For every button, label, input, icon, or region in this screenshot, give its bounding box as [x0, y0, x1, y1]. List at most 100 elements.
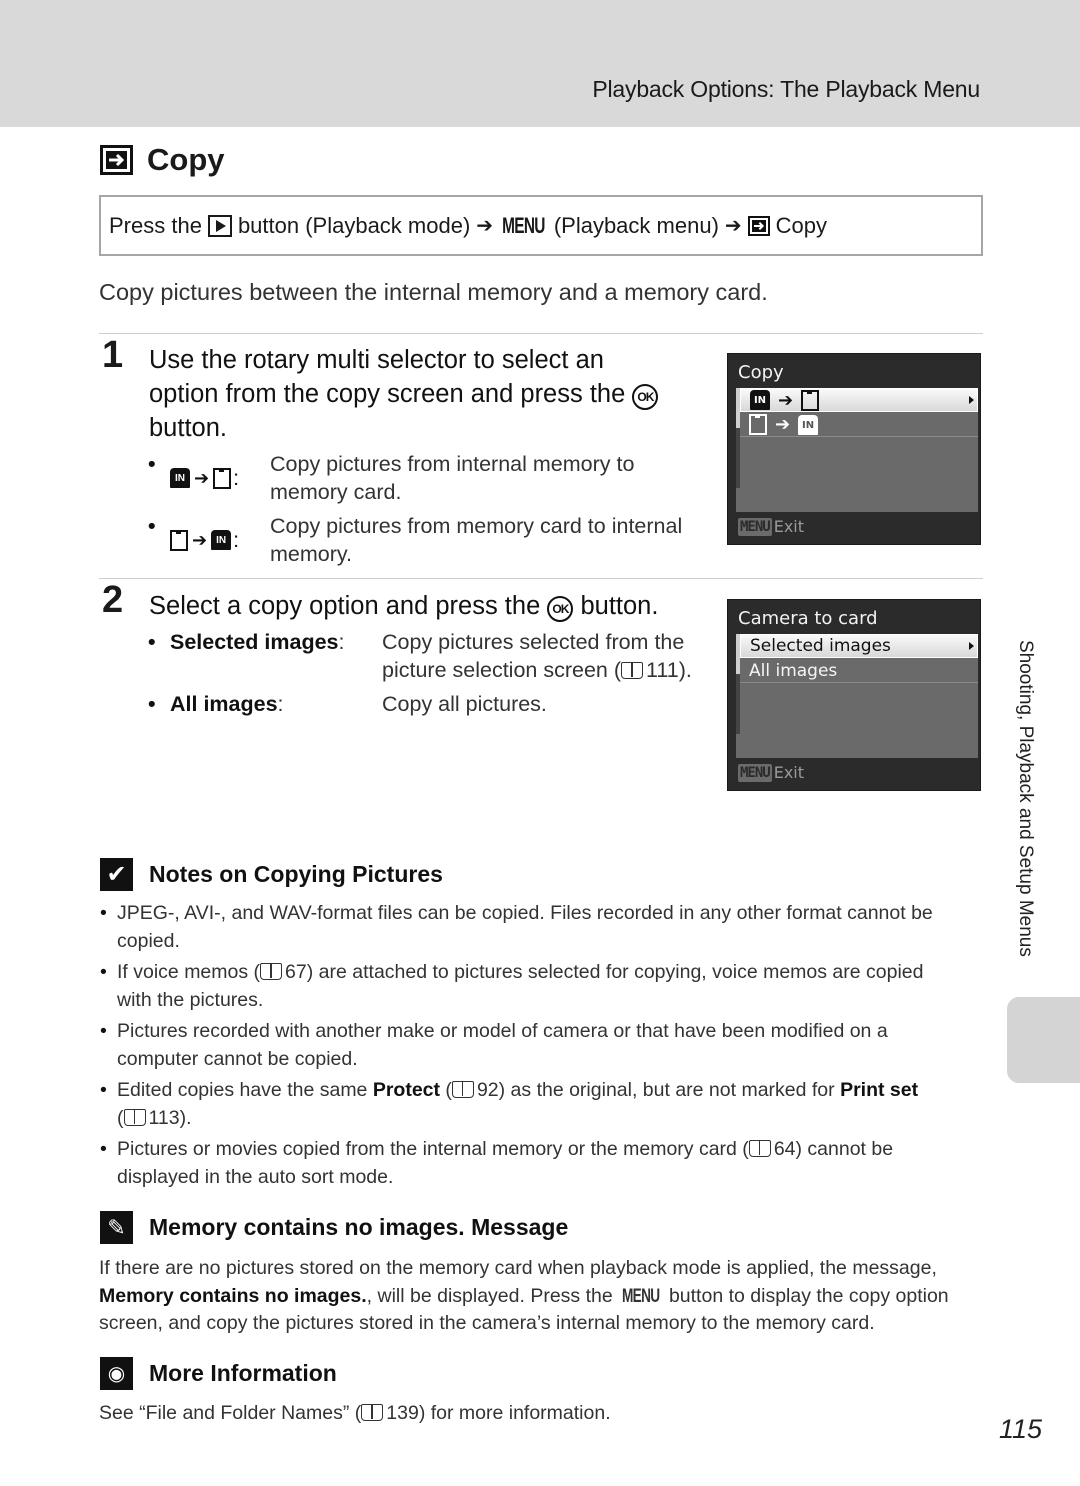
copy-icon	[747, 215, 770, 236]
step-1-line-2: option from the copy screen and press th…	[149, 377, 709, 411]
colon: :	[277, 692, 284, 716]
note-line: ) are attached to pictures selected for …	[306, 961, 924, 983]
bullet-key: IN ➔ :	[170, 450, 270, 506]
book-reference-icon	[123, 1108, 146, 1126]
arrow-right-icon: ➔	[476, 215, 494, 237]
copy-icon	[100, 145, 133, 175]
bullet-key: ➔ IN:	[170, 512, 270, 568]
page-reference[interactable]: 67	[285, 961, 307, 983]
nav-part2: (Playback menu)	[553, 212, 719, 238]
step-1-instruction: Use the rotary multi selector to select …	[149, 343, 709, 445]
note-item: • Pictures or movies copied from the int…	[100, 1136, 970, 1191]
bullet-dot: •	[100, 1079, 107, 1101]
menu-button-label: MENU	[622, 1284, 660, 1307]
memory-message-heading: ✎ Memory contains no images. Message	[100, 1211, 568, 1244]
step-1-line-3: button.	[149, 414, 227, 442]
para-text: screen, and copy the pictures stored in …	[99, 1312, 875, 1334]
note-line: If voice memos (	[117, 961, 261, 983]
pencil-icon: ✎	[100, 1211, 133, 1244]
page-reference[interactable]: 139	[386, 1402, 419, 1424]
note-line: Pictures recorded with another make or m…	[117, 1020, 888, 1042]
screen-footer: MENU Exit	[738, 517, 804, 536]
note-item: • Edited copies have the same Protect (9…	[100, 1077, 970, 1132]
bullet-dot: •	[100, 1138, 107, 1160]
book-reference-icon	[451, 1081, 474, 1098]
bullet-dot: •	[148, 514, 156, 538]
term-text: Selected images	[170, 630, 339, 654]
option-label: Selected images	[750, 636, 891, 656]
note-line: displayed in the auto sort mode.	[117, 1165, 394, 1188]
memory-card-icon	[213, 467, 232, 489]
desc-line: memory.	[270, 542, 353, 566]
desc-line: picture selection screen (111).	[382, 656, 692, 684]
note-line: Edited copies have the same	[117, 1079, 373, 1101]
page-reference[interactable]: 113	[149, 1107, 180, 1129]
note-line: copied.	[117, 929, 180, 952]
bullet-dot: •	[148, 630, 156, 654]
divider	[99, 333, 983, 334]
menu-button-icon: MENU	[738, 517, 772, 536]
bullet-description: Copy pictures from memory card to intern…	[270, 512, 682, 568]
step-2-text-b: button.	[580, 592, 659, 620]
page-reference[interactable]: 111	[646, 658, 679, 682]
camera-screen-camera-to-card: Camera to card Selected images All image…	[727, 599, 981, 791]
nav-prefix: Press the	[109, 212, 202, 238]
page-title: Copy	[100, 142, 225, 178]
chapter-tab	[1007, 997, 1080, 1083]
menu-option-all-images[interactable]: All images	[740, 659, 978, 683]
note-line: (	[440, 1079, 452, 1101]
step-2-bullet: • Selected images: Copy pictures selecte…	[148, 628, 692, 684]
nav-part1: button (Playback mode)	[237, 212, 471, 238]
submenu-arrow-icon	[969, 396, 974, 404]
bullet-dot: •	[100, 1020, 107, 1042]
navigation-path-box: Press the button (Playback mode) ➔ MENU …	[99, 195, 983, 256]
intro-text: Copy pictures between the internal memor…	[99, 279, 768, 305]
note-text: Edited copies have the same Protect (92)…	[117, 1077, 918, 1132]
camera-screen-copy: Copy IN ➔ ➔ IN MENU Exit	[727, 353, 981, 545]
note-line: (	[117, 1106, 124, 1129]
page-reference[interactable]: 92	[477, 1079, 499, 1101]
bullet-dot: •	[148, 692, 156, 716]
memory-card-icon	[801, 389, 820, 411]
header-band: Playback Options: The Playback Menu	[0, 0, 1080, 127]
menu-button-label: MENU	[502, 212, 545, 238]
para-text: button to display the copy option	[663, 1284, 949, 1307]
option-label: All images	[749, 660, 838, 681]
note-item: • Pictures recorded with another make or…	[100, 1018, 970, 1073]
bullet-description: Copy all pictures.	[382, 692, 547, 716]
lightbulb-icon: ◉	[100, 1357, 133, 1390]
note-line: ).	[179, 1106, 192, 1129]
bullet-term: All images:	[170, 690, 382, 718]
memory-card-icon	[170, 529, 188, 551]
step-1-line-1: Use the rotary multi selector to select …	[149, 346, 604, 374]
playback-button-icon	[207, 214, 232, 237]
arrow-right-icon: ➔	[724, 215, 742, 237]
desc-line: Copy pictures selected from the	[382, 630, 685, 654]
book-reference-icon	[260, 963, 283, 980]
bullet-dot: •	[148, 452, 156, 476]
step-1-line-2-text: option from the copy screen and press th…	[149, 380, 626, 408]
menu-option-card-to-internal[interactable]: ➔ IN	[740, 413, 978, 437]
page-reference[interactable]: 64	[774, 1138, 796, 1160]
step-1-number: 1	[102, 334, 124, 376]
ok-button-icon: OK	[547, 596, 574, 622]
divider	[99, 578, 983, 579]
bullet-dot: •	[100, 961, 107, 983]
note-line: Pictures or movies copied from the inter…	[117, 1138, 749, 1160]
menu-option-selected-images[interactable]: Selected images	[740, 634, 978, 658]
ok-button-icon: OK	[632, 384, 659, 410]
screen-title: Copy	[738, 362, 784, 383]
exit-label: Exit	[773, 517, 805, 536]
print-set-term: Print set	[840, 1079, 919, 1101]
note-item: • JPEG-, AVI-, and WAV-format files can …	[100, 900, 970, 955]
internal-memory-icon: IN	[750, 390, 770, 410]
arrow-right-icon: ➔	[194, 468, 210, 488]
notes-heading-text: Notes on Copying Pictures	[149, 861, 443, 887]
desc-text: picture selection screen (	[382, 658, 621, 682]
step-2-number: 2	[102, 579, 124, 621]
menu-option-internal-to-card[interactable]: IN ➔	[740, 388, 978, 412]
step-2-instruction: Select a copy option and press the OK bu…	[149, 589, 658, 623]
arrow-right-icon: ➔	[775, 414, 791, 435]
note-text: Pictures recorded with another make or m…	[117, 1018, 888, 1073]
note-text: If voice memos ( 67) are attached to pict…	[117, 959, 924, 1014]
